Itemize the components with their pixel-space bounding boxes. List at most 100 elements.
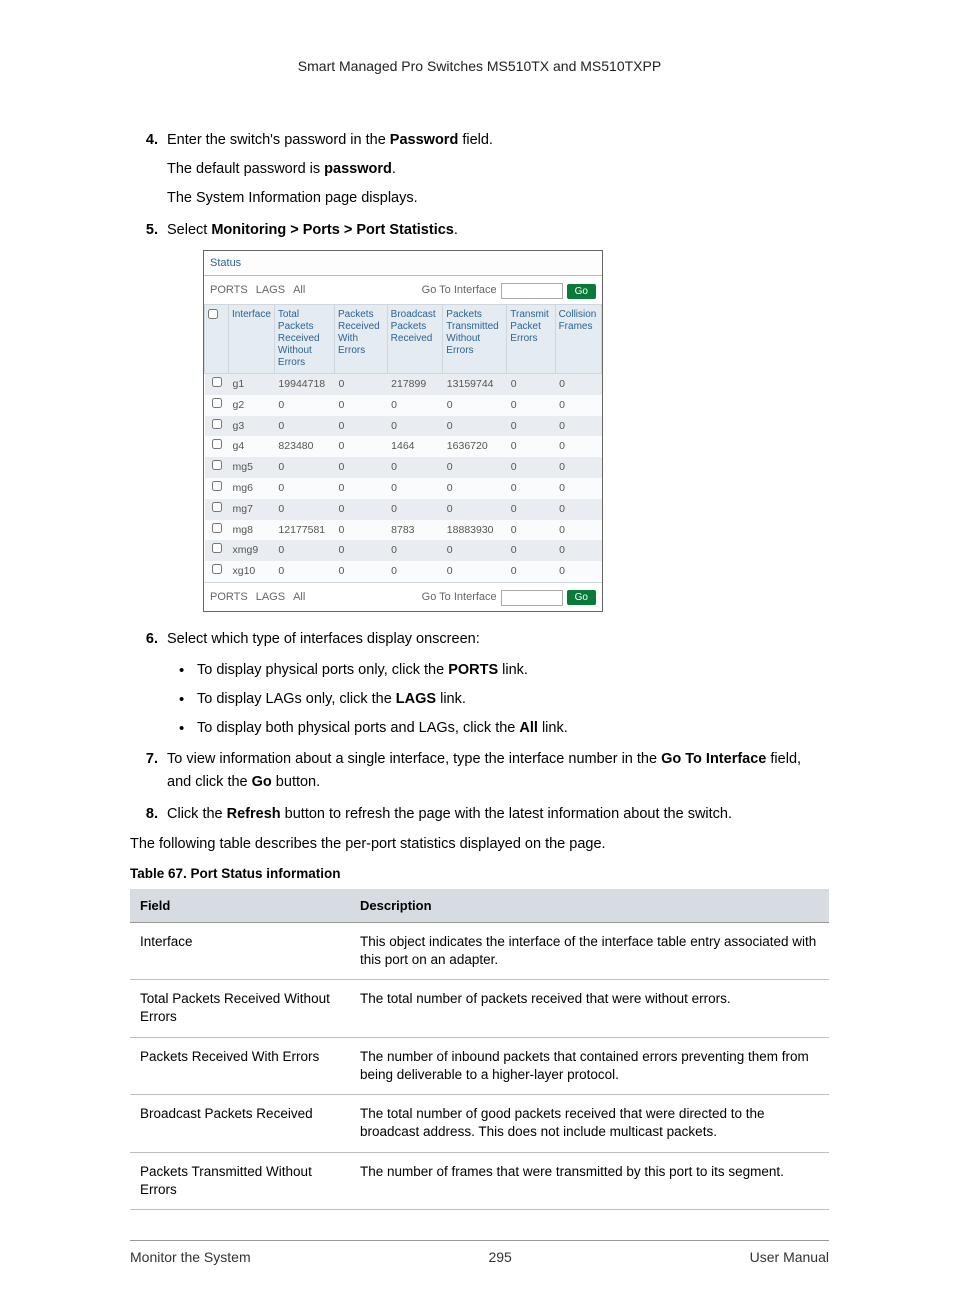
cell-interface: g3 (229, 416, 275, 437)
filter-lags-link-bottom[interactable]: LAGS (256, 589, 285, 607)
step-6: 6. Select which type of interfaces displ… (130, 628, 829, 741)
step-4-line2-c: . (392, 161, 396, 177)
row-checkbox[interactable] (212, 460, 222, 470)
cell-broadcast: 0 (387, 478, 443, 499)
info-row: Packets Received With ErrorsThe number o… (130, 1037, 829, 1094)
cell-tx: 0 (443, 561, 507, 582)
info-desc: The number of inbound packets that conta… (350, 1037, 829, 1094)
go-button-bottom[interactable]: Go (567, 590, 596, 605)
cell-rx-err: 0 (335, 395, 388, 416)
bullet-all: To display both physical ports and LAGs,… (197, 717, 829, 740)
cell-broadcast: 217899 (387, 373, 443, 394)
goto-interface-input[interactable] (501, 283, 563, 299)
step-7-num: 7. (130, 748, 158, 771)
cell-collision: 0 (555, 540, 601, 561)
cell-interface: g2 (229, 395, 275, 416)
row-checkbox[interactable] (212, 439, 222, 449)
step-8-num: 8. (130, 803, 158, 826)
info-table: Field Description InterfaceThis object i… (130, 889, 829, 1210)
table-row: g2000000 (205, 395, 602, 416)
cell-interface: xg10 (229, 561, 275, 582)
step-5-a: Select (167, 222, 211, 238)
step-5: 5. Select Monitoring > Ports > Port Stat… (130, 219, 829, 612)
info-desc: The total number of good packets receive… (350, 1095, 829, 1152)
cell-total-rx: 0 (274, 457, 334, 478)
cell-interface: mg5 (229, 457, 275, 478)
info-field: Total Packets Received Without Errors (130, 980, 350, 1037)
filter-lags-link[interactable]: LAGS (256, 282, 285, 300)
filter-ports-link-bottom[interactable]: PORTS (210, 589, 248, 607)
cell-tx-err: 0 (507, 540, 555, 561)
table-caption: Table 67. Port Status information (130, 866, 829, 881)
cell-tx-err: 0 (507, 520, 555, 541)
cell-broadcast: 0 (387, 561, 443, 582)
step-5-num: 5. (130, 219, 158, 242)
info-row: Packets Transmitted Without ErrorsThe nu… (130, 1152, 829, 1209)
go-button[interactable]: Go (567, 284, 596, 299)
cell-broadcast: 0 (387, 416, 443, 437)
row-checkbox[interactable] (212, 398, 222, 408)
cell-broadcast: 0 (387, 540, 443, 561)
select-all-checkbox[interactable] (208, 309, 218, 319)
cell-total-rx: 823480 (274, 436, 334, 457)
cell-broadcast: 8783 (387, 520, 443, 541)
cell-rx-err: 0 (335, 373, 388, 394)
cell-tx: 0 (443, 416, 507, 437)
page-footer: Monitor the System 295 User Manual (130, 1240, 829, 1265)
cell-rx-err: 0 (335, 436, 388, 457)
row-checkbox[interactable] (212, 481, 222, 491)
cell-broadcast: 0 (387, 457, 443, 478)
table-row: xmg9000000 (205, 540, 602, 561)
filter-ports-link[interactable]: PORTS (210, 282, 248, 300)
cell-tx-err: 0 (507, 499, 555, 520)
info-field: Interface (130, 922, 350, 979)
table-row: g11994471802178991315974400 (205, 373, 602, 394)
cell-rx-err: 0 (335, 561, 388, 582)
cell-interface: g4 (229, 436, 275, 457)
info-field: Packets Transmitted Without Errors (130, 1152, 350, 1209)
cell-tx-err: 0 (507, 457, 555, 478)
info-row: InterfaceThis object indicates the inter… (130, 922, 829, 979)
cell-broadcast: 1464 (387, 436, 443, 457)
footer-right: User Manual (750, 1249, 829, 1265)
cell-tx: 0 (443, 478, 507, 499)
goto-interface-input-bottom[interactable] (501, 590, 563, 606)
filter-all-link-bottom[interactable]: All (293, 589, 305, 607)
bullet-ports: To display physical ports only, click th… (197, 659, 829, 682)
row-checkbox[interactable] (212, 502, 222, 512)
hdr-tx: Packets Transmitted Without Errors (443, 304, 507, 373)
table-row: mg5000000 (205, 457, 602, 478)
filter-all-link[interactable]: All (293, 282, 305, 300)
step-5-path: Monitoring > Ports > Port Statistics (211, 222, 454, 238)
row-checkbox[interactable] (212, 564, 222, 574)
step-7: 7. To view information about a single in… (130, 748, 829, 794)
cell-interface: mg8 (229, 520, 275, 541)
info-desc: The total number of packets received tha… (350, 980, 829, 1037)
step-4-line3: The System Information page displays. (167, 187, 829, 210)
footer-left: Monitor the System (130, 1249, 251, 1265)
cell-rx-err: 0 (335, 478, 388, 499)
hdr-collision: Collision Frames (555, 304, 601, 373)
footer-page-number: 295 (488, 1249, 511, 1265)
page-header: Smart Managed Pro Switches MS510TX and M… (130, 58, 829, 74)
cell-total-rx: 19944718 (274, 373, 334, 394)
info-desc: The number of frames that were transmitt… (350, 1152, 829, 1209)
row-checkbox[interactable] (212, 523, 222, 533)
cell-collision: 0 (555, 416, 601, 437)
info-field: Broadcast Packets Received (130, 1095, 350, 1152)
cell-tx: 18883930 (443, 520, 507, 541)
row-checkbox[interactable] (212, 377, 222, 387)
cell-total-rx: 0 (274, 478, 334, 499)
status-panel: Status PORTS LAGS All Go To Interface Go (203, 250, 603, 612)
cell-rx-err: 0 (335, 416, 388, 437)
goto-interface-label: Go To Interface (422, 282, 497, 300)
cell-rx-err: 0 (335, 540, 388, 561)
row-checkbox[interactable] (212, 543, 222, 553)
cell-tx-err: 0 (507, 436, 555, 457)
hdr-checkbox-col (205, 304, 229, 373)
cell-collision: 0 (555, 436, 601, 457)
goto-interface-label-bottom: Go To Interface (422, 589, 497, 607)
cell-interface: xmg9 (229, 540, 275, 561)
cell-tx-err: 0 (507, 395, 555, 416)
row-checkbox[interactable] (212, 419, 222, 429)
